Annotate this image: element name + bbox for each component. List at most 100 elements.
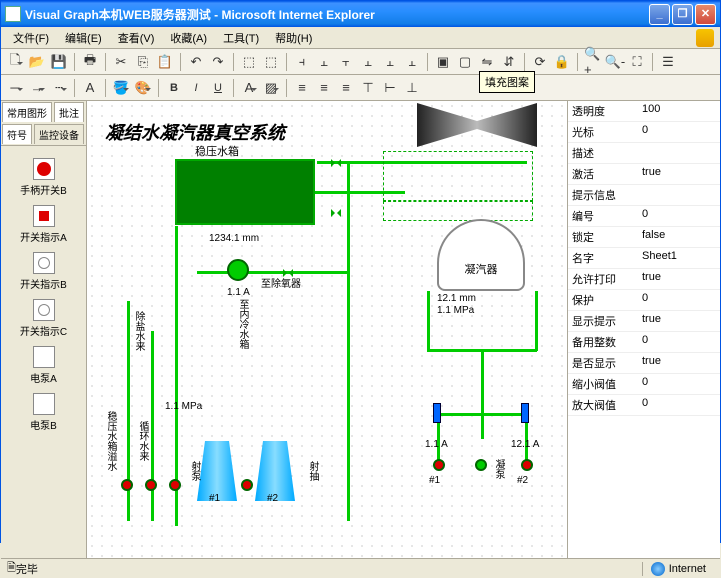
prop-key: 编号 <box>572 208 642 224</box>
align-bottom-button[interactable]: ⫠ <box>402 52 422 72</box>
send-back-button[interactable]: ▢ <box>455 52 475 72</box>
tab-common-shapes[interactable]: 常用图形 <box>2 102 52 122</box>
save-button[interactable]: 💾 <box>49 52 69 72</box>
italic-button[interactable]: I <box>186 78 206 98</box>
text-tool[interactable]: A <box>80 78 100 98</box>
open-button[interactable]: 📂 <box>27 52 47 72</box>
lock-button[interactable]: 🔒 <box>552 52 572 72</box>
menu-view[interactable]: 查看(V) <box>110 28 163 48</box>
zoom-in-button[interactable]: 🔍+ <box>583 52 603 72</box>
props-button[interactable]: ☰ <box>658 52 678 72</box>
palette-item[interactable]: 开关指示C <box>5 299 82 338</box>
property-row[interactable]: 是否显示true <box>568 353 720 374</box>
underline-button[interactable]: U <box>208 78 228 98</box>
bring-front-button[interactable]: ▣ <box>433 52 453 72</box>
text-top-button[interactable]: ⊤ <box>358 78 378 98</box>
close-button[interactable]: ✕ <box>695 4 716 25</box>
property-row[interactable]: 锁定false <box>568 227 720 248</box>
text-center-button[interactable]: ≡ <box>314 78 334 98</box>
fill-tool[interactable]: 🪣 <box>111 78 131 98</box>
palette-item[interactable]: 开关指示A <box>5 205 82 244</box>
group-button[interactable]: ⬚ <box>239 52 259 72</box>
property-row[interactable]: 放大阀值0 <box>568 395 720 416</box>
menu-help[interactable]: 帮助(H) <box>267 28 320 48</box>
text-mid-button[interactable]: ⊢ <box>380 78 400 98</box>
prop-value[interactable] <box>642 145 716 161</box>
prop-value[interactable]: false <box>642 229 716 245</box>
menu-tools[interactable]: 工具(T) <box>215 28 267 48</box>
arrow-tool[interactable]: → <box>27 78 47 98</box>
color-tool[interactable]: 🎨 <box>133 78 153 98</box>
align-top-button[interactable]: ⫠ <box>358 52 378 72</box>
app-icon <box>5 6 21 22</box>
property-row[interactable]: 缩小阀值0 <box>568 374 720 395</box>
rotate-button[interactable]: ⟳ <box>530 52 550 72</box>
prop-value[interactable]: 0 <box>642 376 716 392</box>
prop-value[interactable]: 0 <box>642 292 716 308</box>
font-color-button[interactable]: A <box>239 78 259 98</box>
prop-value[interactable]: Sheet1 <box>642 250 716 266</box>
prop-value[interactable]: true <box>642 313 716 329</box>
prop-value[interactable]: 0 <box>642 124 716 140</box>
palette-item[interactable]: 电泵B <box>5 393 82 432</box>
zoom-out-button[interactable]: 🔍- <box>605 52 625 72</box>
copy-button[interactable]: ⎘ <box>133 52 153 72</box>
prop-value[interactable]: 100 <box>642 103 716 119</box>
cut-button[interactable]: ✂ <box>111 52 131 72</box>
property-row[interactable]: 名字Sheet1 <box>568 248 720 269</box>
properties-panel[interactable]: 透明度100光标0描述激活true提示信息编号0锁定false名字Sheet1允… <box>568 101 720 558</box>
amp-label: 12.1 A <box>511 439 539 450</box>
align-middle-button[interactable]: ⫠ <box>380 52 400 72</box>
dash-tool[interactable]: ┄ <box>49 78 69 98</box>
property-row[interactable]: 显示提示true <box>568 311 720 332</box>
property-row[interactable]: 描述 <box>568 143 720 164</box>
redo-button[interactable]: ↷ <box>208 52 228 72</box>
palette-item[interactable]: 手柄开关B <box>5 158 82 197</box>
property-row[interactable]: 备用整数0 <box>568 332 720 353</box>
tab-monitor-devices[interactable]: 监控设备 <box>34 124 84 144</box>
property-row[interactable]: 保护0 <box>568 290 720 311</box>
prop-value[interactable]: true <box>642 355 716 371</box>
line-tool[interactable]: ─ <box>5 78 25 98</box>
palette-item[interactable]: 电泵A <box>5 346 82 385</box>
print-button[interactable]: 🖶 <box>80 52 100 72</box>
prop-value[interactable]: 0 <box>642 208 716 224</box>
flip-h-button[interactable]: ⇋ <box>477 52 497 72</box>
property-row[interactable]: 允许打印true <box>568 269 720 290</box>
text-left-button[interactable]: ≡ <box>292 78 312 98</box>
property-row[interactable]: 提示信息 <box>568 185 720 206</box>
minimize-button[interactable]: _ <box>649 4 670 25</box>
prop-value[interactable]: 0 <box>642 334 716 350</box>
prop-value[interactable]: 0 <box>642 397 716 413</box>
property-row[interactable]: 激活true <box>568 164 720 185</box>
toolbar-2: ─ → ┄ A 🪣 🎨 B I U A ▨ ≡ ≡ ≡ ⊤ ⊢ ⊥ <box>1 75 720 101</box>
ungroup-button[interactable]: ⬚ <box>261 52 281 72</box>
align-right-button[interactable]: ⫟ <box>336 52 356 72</box>
bg-color-button[interactable]: ▨ <box>261 78 281 98</box>
diagram-canvas[interactable]: 凝结水凝汽器真空系统 稳压水箱 1234.1 mm 1.1 A 至除氧器 至内冷… <box>87 101 568 558</box>
menu-file[interactable]: 文件(F) <box>5 28 57 48</box>
undo-button[interactable]: ↶ <box>186 52 206 72</box>
tab-annotation[interactable]: 批注 <box>54 102 84 122</box>
align-left-button[interactable]: ⫞ <box>292 52 312 72</box>
property-row[interactable]: 光标0 <box>568 122 720 143</box>
bold-button[interactable]: B <box>164 78 184 98</box>
maximize-button[interactable]: ❐ <box>672 4 693 25</box>
flip-v-button[interactable]: ⇵ <box>499 52 519 72</box>
menu-edit[interactable]: 编辑(E) <box>57 28 110 48</box>
prop-value[interactable] <box>642 187 716 203</box>
text-bot-button[interactable]: ⊥ <box>402 78 422 98</box>
align-center-button[interactable]: ⫠ <box>314 52 334 72</box>
prop-value[interactable]: true <box>642 271 716 287</box>
prop-value[interactable]: true <box>642 166 716 182</box>
property-row[interactable]: 透明度100 <box>568 101 720 122</box>
menu-favorites[interactable]: 收藏(A) <box>162 28 215 48</box>
property-row[interactable]: 编号0 <box>568 206 720 227</box>
new-button[interactable]: 🗋 <box>5 52 25 72</box>
palette-item[interactable]: 开关指示B <box>5 252 82 291</box>
paste-button[interactable]: 📋 <box>155 52 175 72</box>
tab-symbols[interactable]: 符号 <box>2 124 32 144</box>
text-right-button[interactable]: ≡ <box>336 78 356 98</box>
zoom-fit-button[interactable]: ⛶ <box>627 52 647 72</box>
indicator-icon <box>241 479 253 491</box>
